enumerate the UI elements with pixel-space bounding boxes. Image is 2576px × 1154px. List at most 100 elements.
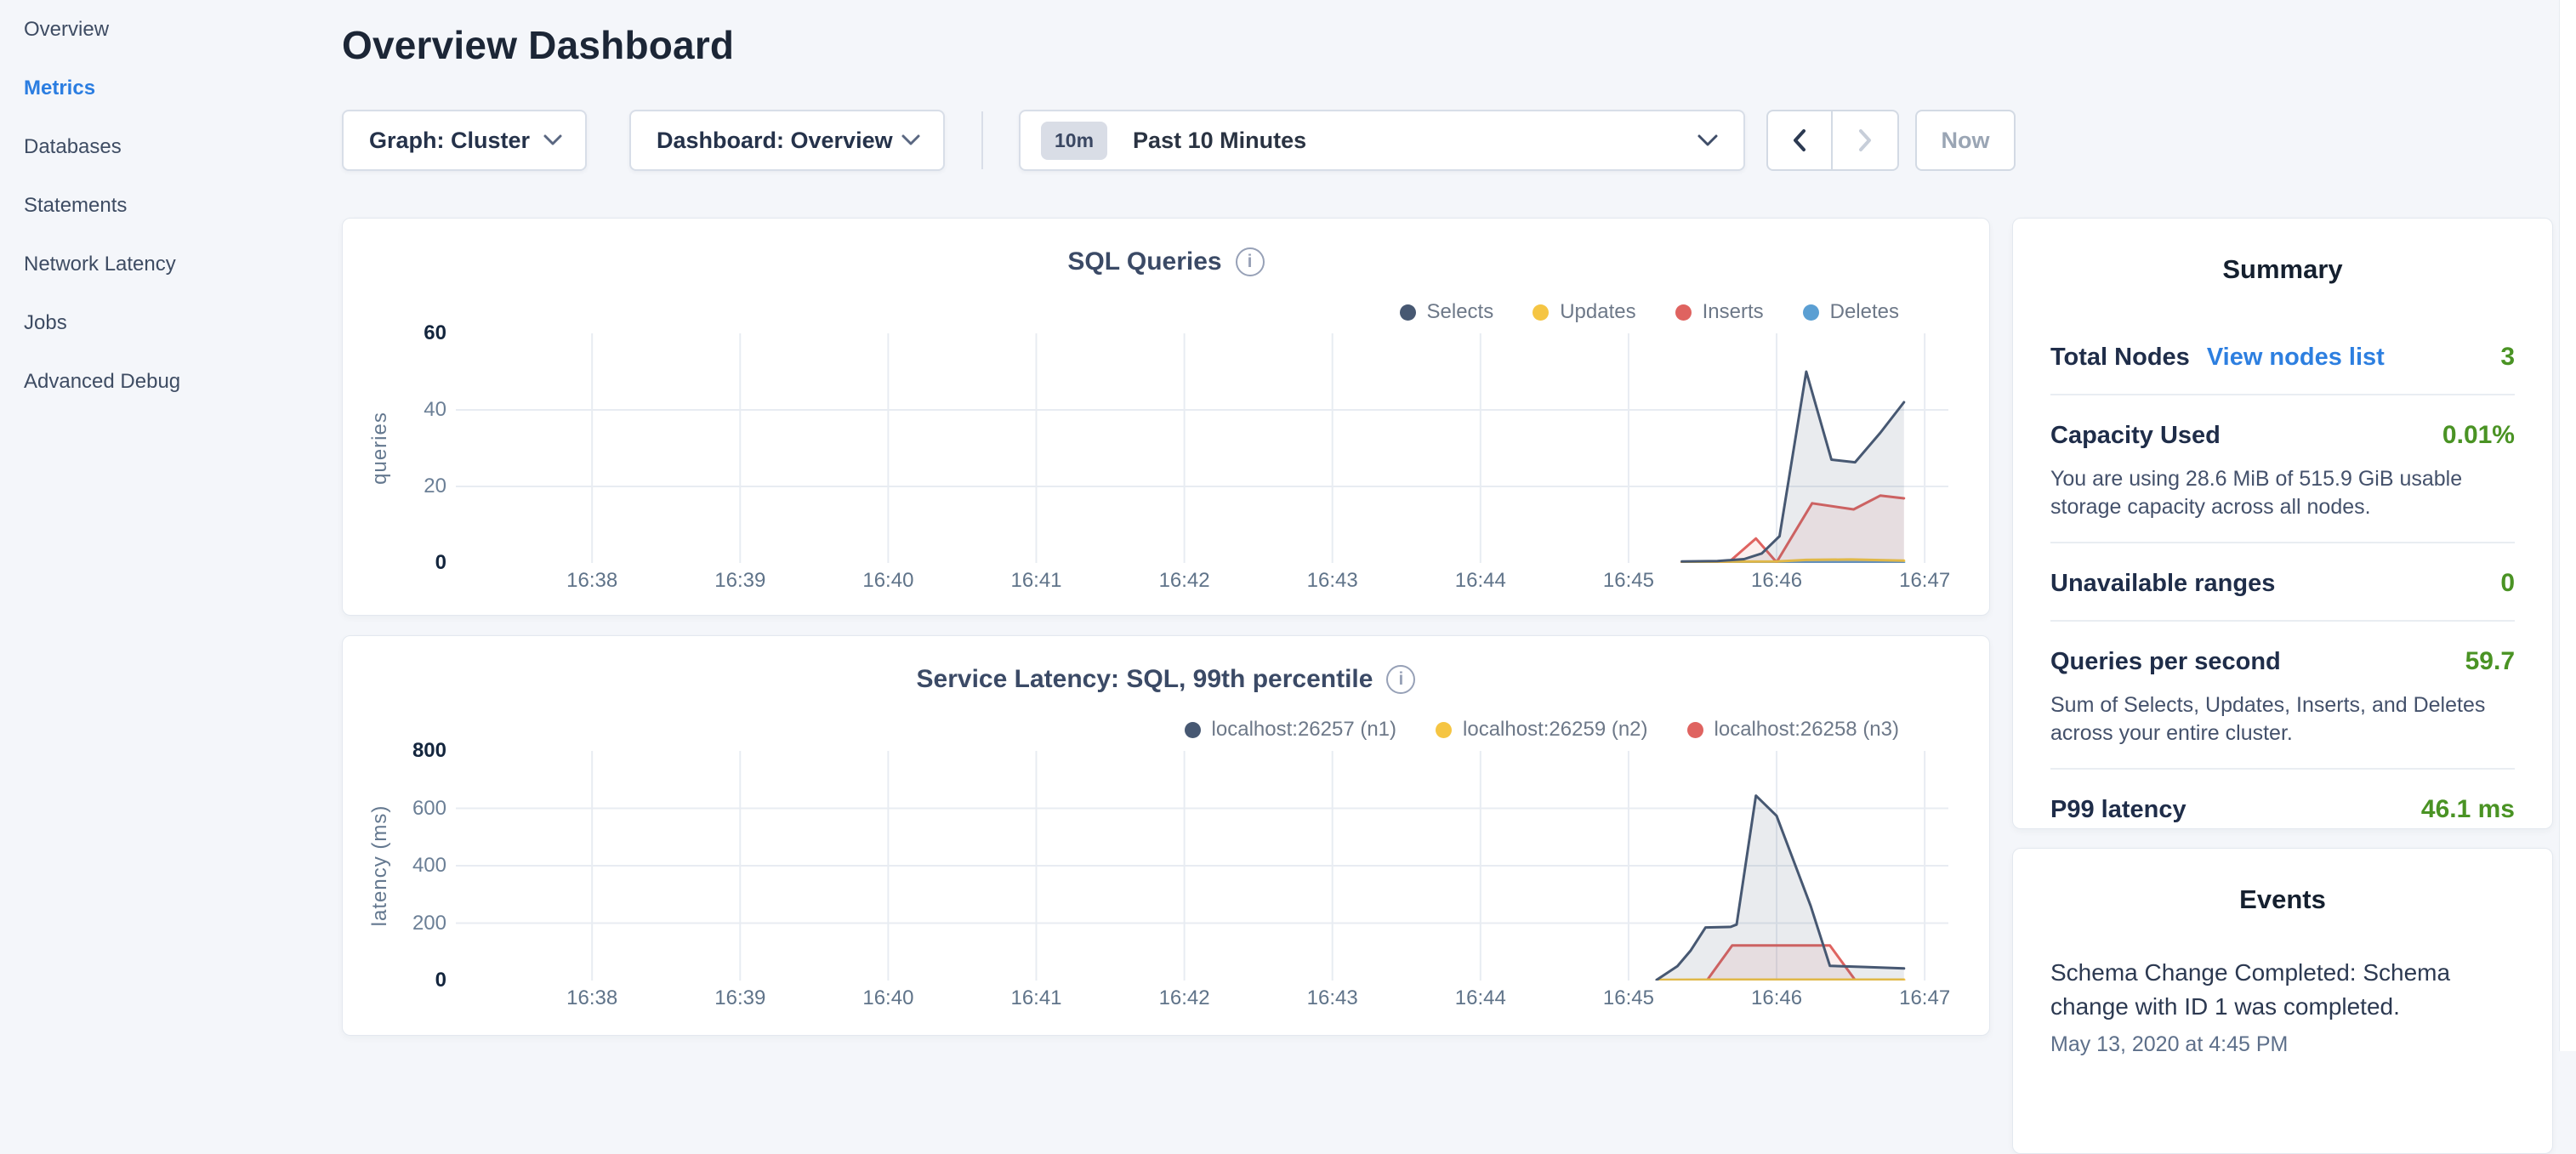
- legend-label: Inserts: [1703, 300, 1764, 324]
- legend-label: localhost:26257 (n1): [1212, 718, 1396, 742]
- events-title: Events: [2013, 884, 2552, 915]
- legend-item-inserts[interactable]: Inserts: [1675, 300, 1764, 324]
- events-list: Schema Change Completed: Schema change w…: [2013, 956, 2552, 1057]
- summary-row-value: 46.1 ms: [2421, 795, 2515, 824]
- summary-row: Unavailable ranges 0: [2050, 542, 2515, 620]
- chart-legend: localhost:26257 (n1) localhost:26259 (n2)…: [1185, 718, 1899, 742]
- y-axis-label: latency (ms): [368, 751, 395, 981]
- summary-row-label: Unavailable ranges: [2050, 570, 2275, 598]
- sidebar-item-statements[interactable]: Statements: [0, 176, 340, 235]
- time-pager: [1766, 110, 1899, 171]
- info-icon[interactable]: i: [1386, 665, 1415, 694]
- chevron-left-icon: [1790, 128, 1809, 153]
- x-axis-tick: 16:40: [828, 986, 947, 1010]
- x-axis-tick: 16:39: [680, 569, 799, 593]
- summary-rows: Total Nodes View nodes list 3 Capacity Used…: [2013, 317, 2552, 846]
- summary-row: Total Nodes View nodes list 3: [2050, 317, 2515, 394]
- x-axis-tick: 16:44: [1421, 569, 1540, 593]
- x-axis-tick: 16:44: [1421, 986, 1540, 1010]
- x-axis-tick: 16:41: [977, 569, 1096, 593]
- x-axis-tick: 16:43: [1273, 569, 1392, 593]
- x-axis-tick: 16:45: [1569, 569, 1688, 593]
- events-panel: Events Schema Change Completed: Schema c…: [2012, 848, 2553, 1154]
- summary-title: Summary: [2013, 254, 2552, 285]
- legend-label: Selects: [1427, 300, 1494, 324]
- summary-row: Capacity Used0.01%You are using 28.6 MiB…: [2050, 394, 2515, 521]
- legend-label: Deletes: [1830, 300, 1899, 324]
- summary-row-value: 0.01%: [2442, 421, 2515, 450]
- graph-source-label: Graph: Cluster: [369, 128, 530, 154]
- summary-row: Queries per second59.7Sum of Selects, Up…: [2050, 620, 2515, 748]
- summary-row-value: 0: [2500, 569, 2515, 598]
- sql-queries-chart-card: SQL Queries i Selects Updates Inserts Delet…: [342, 218, 1990, 616]
- x-axis-tick: 16:46: [1717, 986, 1836, 1010]
- next-time-button[interactable]: [1833, 111, 1897, 169]
- legend-item-selects[interactable]: Selects: [1400, 300, 1494, 324]
- legend-label: localhost:26259 (n2): [1463, 718, 1647, 742]
- sidebar-item-databases[interactable]: Databases: [0, 117, 340, 176]
- summary-row-value: 59.7: [2465, 647, 2515, 676]
- legend-item-localhost-26257-n1-[interactable]: localhost:26257 (n1): [1185, 718, 1396, 742]
- legend-item-updates[interactable]: Updates: [1533, 300, 1635, 324]
- summary-row-value: 3: [2500, 343, 2515, 372]
- legend-item-localhost-26259-n2-[interactable]: localhost:26259 (n2): [1436, 718, 1647, 742]
- dashboard-label: Dashboard: Overview: [657, 128, 893, 154]
- legend-dot-icon: [1687, 722, 1703, 738]
- x-axis-tick: 16:46: [1717, 569, 1836, 593]
- x-axis-tick: 16:47: [1865, 569, 1984, 593]
- legend-label: localhost:26258 (n3): [1714, 718, 1899, 742]
- legend-dot-icon: [1533, 304, 1549, 321]
- service-latency-chart-card: Service Latency: SQL, 99th percentile i …: [342, 635, 1990, 1036]
- x-axis-tick: 16:43: [1273, 986, 1392, 1010]
- x-axis-tick: 16:39: [680, 986, 799, 1010]
- sidebar-item-network-latency[interactable]: Network Latency: [0, 235, 340, 293]
- legend-dot-icon: [1400, 304, 1416, 321]
- x-axis-tick: 16:41: [977, 986, 1096, 1010]
- legend-item-localhost-26258-n3-[interactable]: localhost:26258 (n3): [1687, 718, 1899, 742]
- x-axis-tick: 16:38: [532, 986, 651, 1010]
- event-timestamp: May 13, 2020 at 4:45 PM: [2050, 1032, 2515, 1057]
- x-axis-tick: 16:47: [1865, 986, 1984, 1010]
- x-axis-tick: 16:40: [828, 569, 947, 593]
- time-range-label: Past 10 Minutes: [1133, 128, 1306, 154]
- info-icon[interactable]: i: [1236, 247, 1265, 276]
- chevron-right-icon: [1856, 128, 1874, 153]
- sidebar-item-jobs[interactable]: Jobs: [0, 293, 340, 352]
- summary-row-label: P99 latency: [2050, 796, 2186, 824]
- legend-dot-icon: [1803, 304, 1819, 321]
- legend-item-deletes[interactable]: Deletes: [1803, 300, 1899, 324]
- event-item[interactable]: Schema Change Completed: Schema change w…: [2013, 956, 2552, 1057]
- scrollbar[interactable]: [2559, 0, 2576, 1051]
- x-axis-tick: 16:42: [1125, 986, 1244, 1010]
- legend-label: Updates: [1560, 300, 1635, 324]
- now-button[interactable]: Now: [1915, 110, 2016, 171]
- summary-row: P99 latency 46.1 ms: [2050, 768, 2515, 846]
- x-axis-tick: 16:45: [1569, 986, 1688, 1010]
- time-range-dropdown[interactable]: 10m Past 10 Minutes: [1019, 110, 1745, 171]
- view-nodes-list-link[interactable]: View nodes list: [2207, 344, 2385, 372]
- chart-canvas[interactable]: [456, 333, 1948, 563]
- prev-time-button[interactable]: [1768, 111, 1833, 169]
- page-title: Overview Dashboard: [342, 22, 734, 68]
- chevron-down-icon: [901, 134, 921, 147]
- dashboard-dropdown[interactable]: Dashboard: Overview: [629, 110, 945, 171]
- chart-legend: Selects Updates Inserts Deletes: [1400, 300, 1900, 324]
- summary-panel: Summary Total Nodes View nodes list 3 Capac…: [2012, 218, 2553, 829]
- x-axis-tick: 16:38: [532, 569, 651, 593]
- legend-dot-icon: [1185, 722, 1201, 738]
- chart-canvas[interactable]: [456, 751, 1948, 981]
- summary-row-label: Queries per second: [2050, 648, 2281, 676]
- summary-row-label: Capacity Used: [2050, 422, 2221, 450]
- sidebar: OverviewMetricsDatabasesStatementsNetwor…: [0, 0, 340, 1051]
- sidebar-item-metrics[interactable]: Metrics: [0, 59, 340, 117]
- sidebar-item-overview[interactable]: Overview: [0, 0, 340, 59]
- legend-dot-icon: [1436, 722, 1452, 738]
- chevron-down-icon: [1696, 133, 1720, 148]
- chevron-down-icon: [543, 134, 563, 147]
- toolbar-divider: [981, 111, 983, 169]
- sidebar-item-advanced-debug[interactable]: Advanced Debug: [0, 352, 340, 411]
- x-axis-tick: 16:42: [1125, 569, 1244, 593]
- summary-row-label: Total Nodes: [2050, 344, 2190, 372]
- graph-source-dropdown[interactable]: Graph: Cluster: [342, 110, 587, 171]
- chart-title: SQL Queries: [1067, 247, 1221, 276]
